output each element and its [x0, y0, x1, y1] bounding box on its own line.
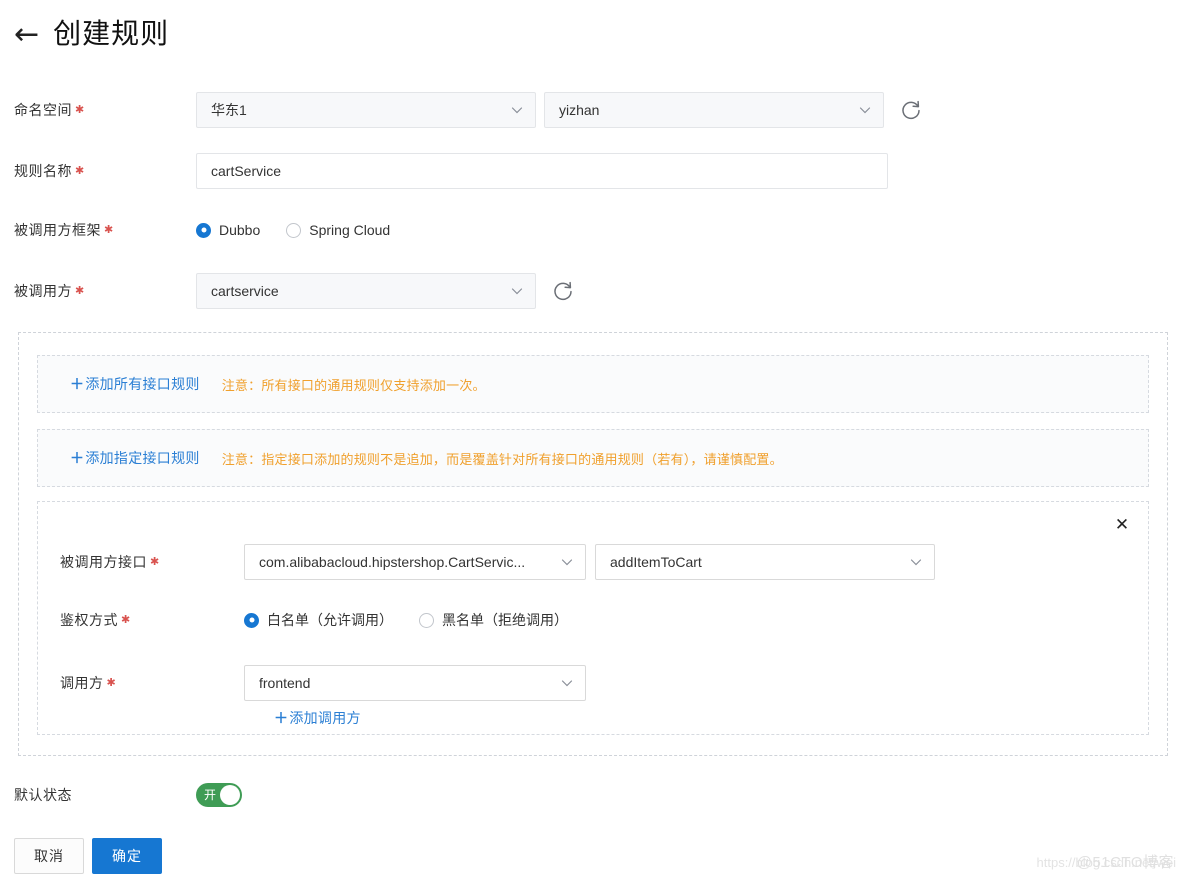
radio-whitelist-label: 白名单（允许调用）: [267, 610, 393, 630]
radio-spring-cloud[interactable]: Spring Cloud: [286, 222, 390, 238]
namespace-select-value: yizhan: [559, 102, 599, 118]
callee-interface-class-value: com.alibabacloud.hipstershop.CartServic.…: [259, 554, 525, 570]
page-header: ← 创建规则: [0, 0, 1184, 52]
add-specific-interface-rule-label: 添加指定接口规则: [85, 450, 199, 466]
callee-select-value: cartservice: [211, 283, 279, 299]
radio-dubbo[interactable]: Dubbo: [196, 222, 260, 238]
required-marker: ✱: [150, 556, 160, 568]
required-marker: ✱: [75, 104, 85, 116]
namespace-label: 命名空间✱: [14, 100, 196, 120]
cancel-button[interactable]: 取消: [14, 838, 84, 874]
callee-label-text: 被调用方: [14, 283, 72, 299]
add-all-interfaces-rule-link[interactable]: ＋添加所有接口规则: [70, 374, 200, 394]
default-state-row: 默认状态 开: [0, 783, 1184, 807]
add-specific-interface-rule-link[interactable]: ＋添加指定接口规则: [70, 448, 200, 468]
region-select-value: 华东1: [211, 100, 247, 120]
plus-icon: ＋: [70, 376, 84, 392]
callee-interface-class-select[interactable]: com.alibabacloud.hipstershop.CartServic.…: [244, 544, 586, 580]
auth-mode-label-text: 鉴权方式: [60, 612, 118, 628]
refresh-icon[interactable]: [900, 99, 922, 121]
radio-whitelist[interactable]: 白名单（允许调用）: [244, 610, 393, 630]
required-marker: ✱: [121, 614, 131, 626]
add-caller-link[interactable]: ＋添加调用方: [274, 708, 361, 728]
refresh-icon[interactable]: [552, 280, 574, 302]
page-title: 创建规则: [53, 20, 169, 48]
rule-name-row: 规则名称✱ cartService: [0, 153, 1184, 189]
specific-interfaces-note: 注意：指定接口添加的规则不是追加，而是覆盖针对所有接口的通用规则（若有），请谨慎…: [222, 449, 783, 468]
callee-interface-label: 被调用方接口✱: [60, 552, 244, 572]
chevron-down-icon: [561, 556, 573, 568]
required-marker: ✱: [75, 285, 85, 297]
rule-name-value: cartService: [211, 163, 281, 179]
callee-framework-row: 被调用方框架✱ Dubbo Spring Cloud: [0, 218, 1184, 242]
auth-mode-row: 鉴权方式✱ 白名单（允许调用） 黑名单（拒绝调用）: [38, 608, 1148, 632]
callee-framework-radio-group: Dubbo Spring Cloud: [196, 222, 390, 238]
chevron-down-icon: [859, 104, 871, 116]
plus-icon: ＋: [274, 710, 288, 726]
interface-rule-card: ✕ 被调用方接口✱ com.alibabacloud.hipstershop.C…: [37, 501, 1149, 735]
callee-interface-method-value: addItemToCart: [610, 554, 702, 570]
caller-label-text: 调用方: [60, 675, 104, 691]
add-all-interfaces-rule-label: 添加所有接口规则: [85, 376, 199, 392]
chevron-down-icon: [511, 104, 523, 116]
namespace-label-text: 命名空间: [14, 102, 72, 118]
rule-name-label: 规则名称✱: [14, 161, 196, 181]
default-state-toggle[interactable]: 开: [196, 783, 242, 807]
default-state-label: 默认状态: [14, 785, 196, 805]
caller-select-value: frontend: [259, 675, 310, 691]
callee-interface-method-select[interactable]: addItemToCart: [595, 544, 935, 580]
toggle-knob: [220, 785, 240, 805]
radio-dot-icon: [244, 613, 259, 628]
chevron-down-icon: [511, 285, 523, 297]
auth-mode-label: 鉴权方式✱: [60, 610, 244, 630]
caller-select[interactable]: frontend: [244, 665, 586, 701]
radio-dot-icon: [196, 223, 211, 238]
add-caller-label: 添加调用方: [289, 710, 361, 726]
rule-name-label-text: 规则名称: [14, 163, 72, 179]
radio-blacklist-label: 黑名单（拒绝调用）: [442, 610, 568, 630]
required-marker: ✱: [104, 224, 114, 236]
all-interfaces-rule-box: ＋添加所有接口规则 注意：所有接口的通用规则仅支持添加一次。: [37, 355, 1149, 413]
callee-interface-row: 被调用方接口✱ com.alibabacloud.hipstershop.Car…: [38, 544, 1148, 580]
arrow-left-icon[interactable]: ←: [14, 18, 39, 50]
toggle-label: 开: [204, 789, 216, 801]
rule-name-input[interactable]: cartService: [196, 153, 888, 189]
caller-row: 调用方✱ frontend: [38, 665, 1148, 701]
plus-icon: ＋: [70, 450, 84, 466]
watermark-brand: @51CTO博客: [1077, 851, 1174, 872]
radio-dot-icon: [419, 613, 434, 628]
callee-row: 被调用方✱ cartservice: [0, 273, 1184, 309]
chevron-down-icon: [910, 556, 922, 568]
required-marker: ✱: [107, 677, 117, 689]
callee-framework-label: 被调用方框架✱: [14, 220, 196, 240]
watermark-url: https://blog.csdn.net/wei: [1037, 855, 1176, 870]
callee-label: 被调用方✱: [14, 281, 196, 301]
all-interfaces-note: 注意：所有接口的通用规则仅支持添加一次。: [222, 375, 486, 394]
specific-interfaces-rule-box: ＋添加指定接口规则 注意：指定接口添加的规则不是追加，而是覆盖针对所有接口的通用…: [37, 429, 1149, 487]
callee-select[interactable]: cartservice: [196, 273, 536, 309]
auth-mode-radio-group: 白名单（允许调用） 黑名单（拒绝调用）: [244, 610, 568, 630]
radio-dubbo-label: Dubbo: [219, 222, 260, 238]
chevron-down-icon: [561, 677, 573, 689]
region-select[interactable]: 华东1: [196, 92, 536, 128]
radio-blacklist[interactable]: 黑名单（拒绝调用）: [419, 610, 568, 630]
confirm-button[interactable]: 确定: [92, 838, 162, 874]
radio-spring-cloud-label: Spring Cloud: [309, 222, 390, 238]
action-buttons: 取消 确定: [14, 838, 162, 874]
callee-interface-label-text: 被调用方接口: [60, 554, 147, 570]
callee-framework-label-text: 被调用方框架: [14, 222, 101, 238]
caller-label: 调用方✱: [60, 673, 244, 693]
namespace-select[interactable]: yizhan: [544, 92, 884, 128]
close-icon[interactable]: ✕: [1113, 516, 1131, 534]
radio-dot-icon: [286, 223, 301, 238]
namespace-row: 命名空间✱ 华东1 yizhan: [0, 92, 1184, 128]
required-marker: ✱: [75, 165, 85, 177]
rules-panel: ＋添加所有接口规则 注意：所有接口的通用规则仅支持添加一次。 ＋添加指定接口规则…: [18, 332, 1168, 756]
